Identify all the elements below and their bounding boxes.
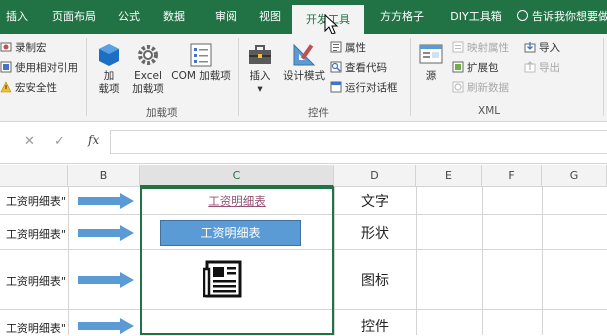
cell-d-row4[interactable]: 控件 <box>334 316 416 336</box>
properties-button[interactable]: 属性 <box>330 39 366 57</box>
right-arrow-icon <box>78 318 134 334</box>
com-addins-button[interactable]: COM 加载项 <box>168 42 234 83</box>
worksheet-grid[interactable]: 工资明细表" 工资明细表 文字 工资明细表" 工资明细表 形状 工资明细表" 图… <box>0 187 607 335</box>
run-dialog-button[interactable]: 运行对话框 <box>330 79 398 97</box>
tell-me-text: 告诉我你想要做什么 <box>532 10 607 23</box>
view-code-icon <box>330 61 342 73</box>
expansion-packs-button[interactable]: 扩展包 <box>452 59 499 77</box>
relative-reference-button[interactable]: 使用相对引用 <box>0 59 78 77</box>
tab-review[interactable]: 审阅 <box>204 0 248 34</box>
right-arrow-icon <box>78 272 134 288</box>
enter-icon[interactable]: ✓ <box>54 134 65 149</box>
cell-a-row4[interactable]: 工资明细表" <box>0 320 68 336</box>
tab-page-layout[interactable]: 页面布局 <box>38 0 110 34</box>
import-button[interactable]: 导入 <box>524 39 560 57</box>
formula-input[interactable] <box>110 130 607 154</box>
toolbox-icon <box>249 45 271 64</box>
tab-insert[interactable]: 插入 <box>0 0 34 34</box>
column-header-a[interactable] <box>0 165 68 187</box>
excel-addins-button[interactable]: Excel 加载项 <box>130 42 166 96</box>
cell-d-row1[interactable]: 文字 <box>334 191 416 211</box>
grid-line <box>542 187 543 335</box>
formula-bar: ✕ ✓ fx <box>0 122 607 164</box>
refresh-data-button[interactable]: 刷新数据 <box>452 79 509 97</box>
relative-reference-icon <box>0 61 12 73</box>
tab-formulas[interactable]: 公式 <box>110 0 148 34</box>
cell-d-row2[interactable]: 形状 <box>334 223 416 243</box>
xml-source-icon <box>419 44 443 64</box>
group-divider <box>238 38 239 116</box>
column-header-e[interactable]: E <box>416 165 482 187</box>
view-code-button[interactable]: 查看代码 <box>330 59 387 77</box>
cell-a-row2[interactable]: 工资明细表" <box>0 226 68 242</box>
insert-function-button[interactable]: fx <box>88 133 99 147</box>
cell-d-row3[interactable]: 图标 <box>334 270 416 290</box>
chevron-down-icon: ▾ <box>257 83 263 95</box>
import-icon <box>524 42 536 53</box>
grid-line <box>68 187 69 335</box>
cell-a-row3[interactable]: 工资明细表" <box>0 273 68 289</box>
ribbon: 录制宏 使用相对引用 宏安全性 加载项 Excel 加载项 COM 加载项 加载项… <box>0 34 607 122</box>
column-header-c[interactable]: C <box>140 165 334 187</box>
gear-icon <box>138 45 158 65</box>
design-mode-icon <box>293 43 316 66</box>
export-button[interactable]: 导出 <box>524 59 560 77</box>
mouse-cursor-icon <box>324 14 339 35</box>
insert-control-button[interactable]: 插入 ▾ <box>244 42 276 96</box>
design-mode-button[interactable]: 设计模式 <box>280 42 328 83</box>
tab-data[interactable]: 数据 <box>152 0 196 34</box>
column-header-b[interactable]: B <box>68 165 140 187</box>
cancel-icon[interactable]: ✕ <box>24 134 35 149</box>
record-macro-icon <box>0 42 12 52</box>
com-addins-icon <box>190 43 212 67</box>
map-properties-button[interactable]: 映射属性 <box>452 39 509 57</box>
hyperlink-text[interactable]: 工资明细表 <box>142 193 332 209</box>
cell-a-row1[interactable]: 工资明细表" <box>0 193 68 209</box>
shape-button[interactable]: 工资明细表 <box>160 220 301 246</box>
record-macro-button[interactable]: 录制宏 <box>0 39 47 57</box>
column-header-d[interactable]: D <box>334 165 416 187</box>
xml-group-label: XML <box>478 105 501 117</box>
controls-group-label: 控件 <box>308 107 329 119</box>
group-divider <box>410 38 411 116</box>
tell-me-box[interactable]: 告诉我你想要做什么 <box>517 0 607 34</box>
grid-line <box>416 187 417 335</box>
group-divider <box>86 38 87 116</box>
expansion-packs-icon <box>452 61 464 73</box>
tab-view[interactable]: 视图 <box>248 0 292 34</box>
macro-security-button[interactable]: 宏安全性 <box>0 79 57 97</box>
refresh-icon <box>452 81 464 93</box>
newspaper-icon[interactable] <box>203 259 243 299</box>
right-arrow-icon <box>78 193 134 209</box>
lightbulb-icon <box>517 10 528 21</box>
map-properties-icon <box>452 41 464 53</box>
run-dialog-icon <box>330 81 342 93</box>
column-header-g[interactable]: G <box>542 165 607 187</box>
addins-button[interactable]: 加载项 <box>94 42 124 96</box>
ribbon-tab-bar: 插入 页面布局 公式 数据 审阅 视图 开发工具 方方格子 DIY工具箱 告诉我… <box>0 0 607 34</box>
tab-diy-toolbox[interactable]: DIY工具箱 <box>440 0 512 34</box>
addins-cube-icon <box>99 44 119 66</box>
right-arrow-icon <box>78 225 134 241</box>
export-icon <box>524 61 536 73</box>
addins-group-label: 加载项 <box>146 107 178 119</box>
grid-line <box>482 187 483 335</box>
properties-icon <box>330 41 342 53</box>
group-divider <box>603 38 604 116</box>
column-header-f[interactable]: F <box>482 165 542 187</box>
warning-icon <box>0 81 12 93</box>
xml-source-button[interactable]: 源 <box>416 42 446 83</box>
tab-fangfanggezi[interactable]: 方方格子 <box>366 0 438 34</box>
